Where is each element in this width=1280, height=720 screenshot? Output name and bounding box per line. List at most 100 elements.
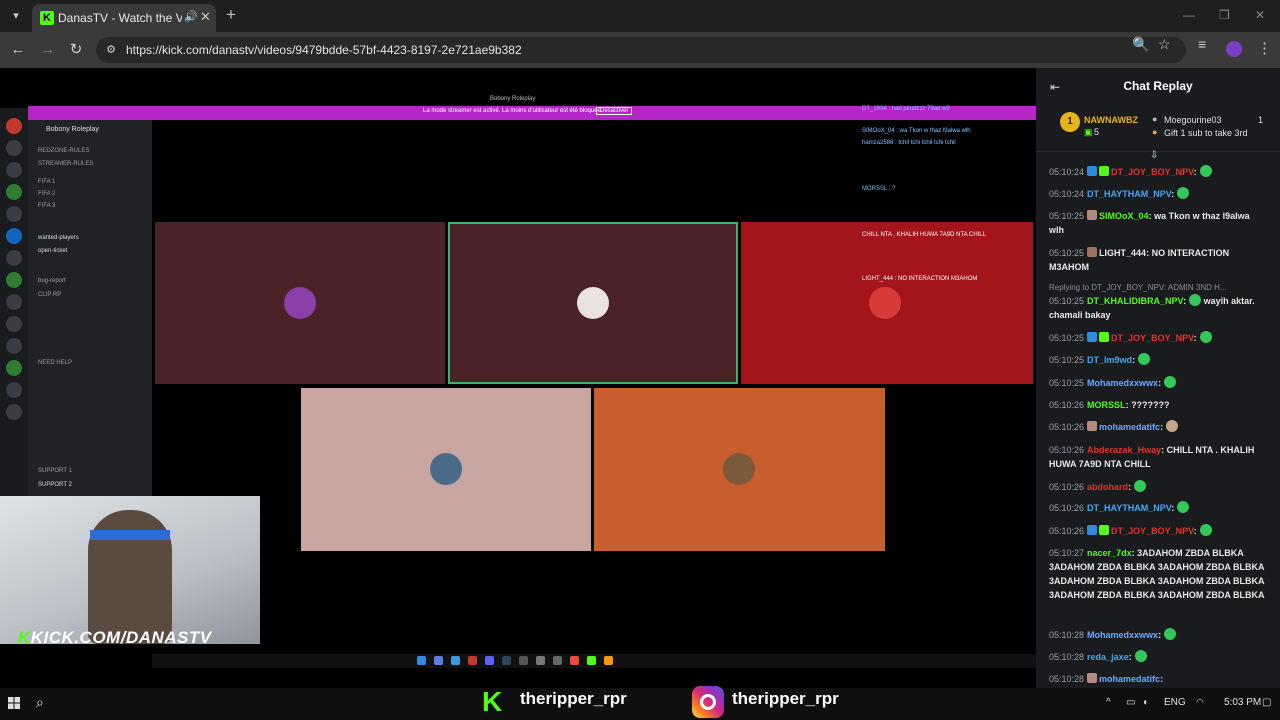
chat-username[interactable]: SIMOoX_04 bbox=[1099, 211, 1149, 221]
chat-message: 05:10:25 DT_lm9wd: bbox=[1049, 353, 1267, 367]
chat-username[interactable]: DT_HAYTHAM_NPV bbox=[1087, 503, 1171, 513]
chat-message: 05:10:24 DT_HAYTHAM_NPV: bbox=[1049, 187, 1267, 201]
chat-username[interactable]: DT_JOY_BOY_NPV bbox=[1111, 526, 1194, 536]
back-icon[interactable]: ← bbox=[8, 40, 28, 60]
url-text: https://kick.com/danastv/videos/9479bdde… bbox=[126, 43, 522, 57]
chat-username[interactable]: Mohamedxxwwx bbox=[1087, 378, 1158, 388]
emote-icon bbox=[1199, 331, 1212, 343]
volume-icon[interactable]: ◖ bbox=[1142, 697, 1148, 708]
gifter-rank-badge: 1 bbox=[1060, 112, 1080, 132]
chat-username[interactable]: reda_jaxe bbox=[1087, 652, 1129, 662]
window-close-icon[interactable]: ✕ bbox=[1255, 8, 1265, 22]
inner-window-title: Bobony Roleplay bbox=[490, 96, 536, 102]
tab-search-chevron-icon[interactable]: ▾ bbox=[6, 6, 26, 26]
pinned-gifters: 1 NAWNAWBZ ▣ 5 ● Moegourine03 1 ● Gift 1… bbox=[1036, 104, 1280, 152]
browser-tab[interactable]: K DanasTV - Watch the VOD 🔊 ✕ bbox=[32, 4, 216, 32]
reload-icon[interactable]: ↻ bbox=[66, 40, 86, 60]
inner-taskbar bbox=[152, 654, 1036, 668]
chat-replay-panel: Chat Replay ⇤ 1 NAWNAWBZ ▣ 5 ● Moegourin… bbox=[1036, 68, 1280, 688]
voice-tile-speaking bbox=[448, 222, 738, 384]
scroll-down-icon[interactable]: ⇩ bbox=[1150, 150, 1158, 161]
chat-message: 05:10:28 mohamedatifc: bbox=[1049, 673, 1164, 684]
chat-message: 05:10:26 DT_HAYTHAM_NPV: bbox=[1049, 501, 1267, 515]
chat-username[interactable]: DT_JOY_BOY_NPV bbox=[1111, 333, 1194, 343]
wifi-icon[interactable]: ◠ bbox=[1196, 697, 1204, 708]
gifter-name[interactable]: NAWNAWBZ bbox=[1084, 115, 1138, 125]
gift-icon: ▣ bbox=[1084, 127, 1093, 137]
minimize-icon[interactable]: — bbox=[1183, 8, 1195, 22]
emote-icon bbox=[1134, 650, 1147, 662]
profile-avatar[interactable] bbox=[1226, 41, 1242, 57]
maximize-icon[interactable]: ❐ bbox=[1219, 8, 1230, 22]
network-icon[interactable]: ▭ bbox=[1126, 697, 1135, 708]
media-controls-icon[interactable]: ≡ bbox=[1198, 36, 1206, 52]
browser-tab-bar: ▾ K DanasTV - Watch the VOD 🔊 ✕ + — ❐ ✕ bbox=[0, 0, 1280, 32]
chat-username[interactable]: mohamedatifc bbox=[1099, 674, 1160, 684]
kick-logo-icon: K bbox=[482, 686, 503, 717]
windows-taskbar: ⌕ K theripper_rpr theripper_rpr ^ ▭ ◖ EN… bbox=[0, 686, 1280, 720]
taskbar-search-icon[interactable]: ⌕ bbox=[36, 694, 44, 711]
forward-icon[interactable]: → bbox=[38, 40, 58, 60]
sub-user-name[interactable]: Moegourine03 bbox=[1164, 115, 1222, 125]
chat-message: 05:10:27 nacer_7dx: 3ADAHOM ZBDA BLBKA 3A… bbox=[1049, 548, 1265, 600]
kick-watermark: KKICK.COM/DANASTV bbox=[18, 628, 212, 647]
zoom-icon[interactable]: 🔍 bbox=[1132, 36, 1149, 53]
avatar bbox=[430, 453, 462, 485]
chat-username[interactable]: abdohard bbox=[1087, 482, 1128, 492]
windows-start-icon[interactable] bbox=[8, 697, 20, 709]
browser-menu-icon[interactable]: ⋮ bbox=[1257, 39, 1272, 57]
chat-title: Chat Replay bbox=[1123, 79, 1193, 93]
gifter-count: 5 bbox=[1094, 127, 1100, 137]
browser-toolbar: ← → ↻ ⚙ https://kick.com/danastv/videos/… bbox=[0, 32, 1280, 68]
emote-icon bbox=[1177, 187, 1190, 199]
chat-message: 05:10:26 DT_JOY_BOY_NPV: bbox=[1049, 524, 1267, 538]
instagram-handle: theripper_rpr bbox=[732, 689, 839, 708]
chat-username[interactable]: Abderazak_Hway bbox=[1087, 445, 1161, 455]
sub-message: Gift 1 sub to take 3rd bbox=[1164, 128, 1248, 138]
chat-message: 05:10:25 Mohamedxxwwx: bbox=[1049, 376, 1267, 390]
inner-stream-chat: DT_1994 : had pinatzzz 79ad w9 SIMOoX_04… bbox=[862, 106, 987, 282]
emote-icon bbox=[1138, 353, 1151, 365]
chat-username[interactable]: DT_JOY_BOY_NPV bbox=[1111, 167, 1194, 177]
video-player[interactable]: Bobony Roleplay La mode streamer est act… bbox=[0, 68, 1036, 688]
chat-message: 05:10:25 LIGHT_444: NO INTERACTION M3AHOM bbox=[1049, 247, 1230, 272]
tab-close-icon[interactable]: ✕ bbox=[200, 9, 211, 25]
address-bar[interactable]: ⚙ https://kick.com/danastv/videos/9479bd… bbox=[96, 37, 1186, 63]
chat-message: 05:10:26 Abderazak_Hway: CHILL NTA . KHAL… bbox=[1049, 445, 1255, 469]
gift-sub-icon: ● bbox=[1152, 127, 1158, 137]
chat-message: 05:10:28 reda_jaxe: bbox=[1049, 650, 1267, 664]
emote-icon bbox=[1164, 628, 1177, 640]
emote-icon bbox=[1177, 501, 1190, 513]
chat-message: 05:10:26 MORSSL: ??????? bbox=[1049, 400, 1170, 410]
chat-username[interactable]: MORSSL bbox=[1087, 400, 1126, 410]
chat-username[interactable]: DT_KHALIDIBRA_NPV bbox=[1087, 296, 1183, 306]
chat-username[interactable]: mohamedatifc bbox=[1099, 422, 1160, 432]
chat-message: 05:10:25 SIMOoX_04: wa Tkon w thaz l9alwa… bbox=[1049, 210, 1250, 235]
bookmark-star-icon[interactable]: ☆ bbox=[1158, 36, 1171, 53]
emote-icon bbox=[1199, 165, 1212, 177]
chat-message: 05:10:26 mohamedatifc: bbox=[1049, 420, 1267, 434]
chat-username[interactable]: nacer_7dx bbox=[1087, 548, 1132, 558]
streamer-webcam bbox=[0, 496, 260, 644]
voice-tile bbox=[594, 388, 885, 551]
emote-icon bbox=[1134, 480, 1147, 492]
language-indicator[interactable]: ENG bbox=[1164, 697, 1186, 708]
chat-username[interactable]: DT_lm9wd bbox=[1087, 355, 1132, 365]
inner-banner-button: Désactiver bbox=[596, 107, 633, 115]
notifications-icon[interactable]: ▢ bbox=[1262, 697, 1271, 708]
emote-icon bbox=[1199, 524, 1212, 536]
chat-username[interactable]: Mohamedxxwwx bbox=[1087, 630, 1158, 640]
tray-chevron-icon[interactable]: ^ bbox=[1106, 697, 1111, 708]
chat-message: 05:10:28 Mohamedxxwwx: bbox=[1049, 628, 1267, 642]
chat-message: 05:10:26 abdohard: bbox=[1049, 480, 1267, 494]
new-tab-icon[interactable]: + bbox=[226, 6, 236, 24]
collapse-chat-icon[interactable]: ⇤ bbox=[1050, 80, 1060, 94]
emote-icon bbox=[1166, 420, 1179, 432]
tab-audio-icon[interactable]: 🔊 bbox=[184, 10, 198, 23]
site-info-icon[interactable]: ⚙ bbox=[104, 43, 118, 57]
avatar bbox=[577, 287, 609, 319]
taskbar-clock[interactable]: 5:03 PM bbox=[1224, 697, 1261, 708]
chat-username[interactable]: DT_HAYTHAM_NPV bbox=[1087, 189, 1171, 199]
chat-username[interactable]: LIGHT_444 bbox=[1099, 248, 1146, 258]
inner-discord-channel-list: Bobony Roleplay REDZONE-RULES STREAMER-R… bbox=[28, 120, 152, 496]
